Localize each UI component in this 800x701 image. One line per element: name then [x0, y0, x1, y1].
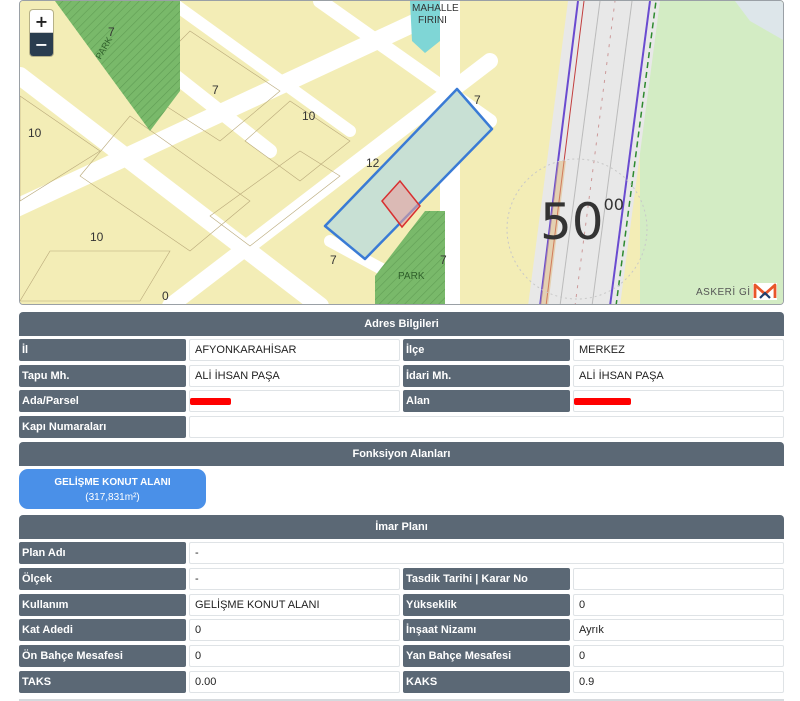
- zoning-value-plan-name: -: [189, 542, 784, 564]
- m-logo-icon: [753, 283, 777, 300]
- map-elevation: 7: [212, 83, 219, 97]
- map-label-firini: FIRINI: [418, 15, 447, 26]
- map-elevation: 12: [366, 156, 380, 170]
- address-label-il: İl: [19, 339, 186, 361]
- address-value-idari: ALİ İHSAN PAŞA: [573, 365, 784, 387]
- zoom-control: + −: [30, 10, 53, 56]
- address-label-door: Kapı Numaraları: [19, 416, 186, 438]
- map-view[interactable]: MAHALLE FIRINI PARK PARK ASKERİ Gİ 5000 …: [19, 0, 784, 305]
- zoning-label-scale: Ölçek: [19, 568, 186, 590]
- zoning-label-front-garden: Ön Bahçe Mesafesi: [19, 645, 186, 667]
- zoning-value-side-garden: 0: [573, 645, 784, 667]
- zoning-section-header: İmar Planı: [19, 515, 784, 539]
- map-elevation: 7: [330, 253, 337, 267]
- map-label-park-bottom: PARK: [398, 271, 425, 282]
- zoning-value-kaks: 0.9: [573, 671, 784, 693]
- zoning-value-floors: 0: [189, 619, 400, 641]
- function-section-header: Fonksiyon Alanları: [19, 442, 784, 466]
- map-elevation: 10: [28, 126, 42, 140]
- address-label-idari: İdari Mh.: [403, 365, 570, 387]
- zoning-value-usage: GELİŞME KONUT ALANI: [189, 594, 400, 616]
- map-elevation: 0: [162, 289, 169, 303]
- address-value-ilce: MERKEZ: [573, 339, 784, 361]
- address-label-ilce: İlçe: [403, 339, 570, 361]
- map-big-number: 5000: [540, 193, 624, 251]
- zoning-value-height: 0: [573, 594, 784, 616]
- zoning-label-kaks: KAKS: [403, 671, 570, 693]
- map-elevation: 7: [440, 253, 447, 267]
- zoom-in-button[interactable]: +: [30, 10, 53, 33]
- zoning-label-construction-order: İnşaat Nizamı: [403, 619, 570, 641]
- address-section-header: Adres Bilgileri: [19, 312, 784, 336]
- address-label-ada-parsel: Ada/Parsel: [19, 390, 186, 412]
- zoom-out-button[interactable]: −: [30, 33, 53, 56]
- map-elevation: 7: [108, 25, 115, 39]
- zoning-label-floors: Kat Adedi: [19, 619, 186, 641]
- redaction-mark: [574, 398, 631, 405]
- address-label-tapu: Tapu Mh.: [19, 365, 186, 387]
- zoning-label-height: Yükseklik: [403, 594, 570, 616]
- zoning-label-approval: Tasdik Tarihi | Karar No: [403, 568, 570, 590]
- map-elevation: 7: [474, 93, 481, 107]
- zoning-value-taks: 0.00: [189, 671, 400, 693]
- zoning-value-construction-order: Ayrık: [573, 619, 784, 641]
- function-area-size: (317,831m²): [85, 492, 140, 503]
- function-area-button[interactable]: GELİŞME KONUT ALANI (317,831m²): [19, 469, 206, 509]
- zoning-label-side-garden: Yan Bahçe Mesafesi: [403, 645, 570, 667]
- map-label-askeri: ASKERİ Gİ: [696, 287, 751, 298]
- map-label-mahalle: MAHALLE: [412, 3, 459, 14]
- zoning-value-approval: [573, 568, 784, 590]
- zoning-label-plan-name: Plan Adı: [19, 542, 186, 564]
- map-elevation: 10: [90, 230, 104, 244]
- zoning-value-front-garden: 0: [189, 645, 400, 667]
- address-label-alan: Alan: [403, 390, 570, 412]
- zoning-label-taks: TAKS: [19, 671, 186, 693]
- zoning-value-scale: -: [189, 568, 400, 590]
- address-value-il: AFYONKARAHİSAR: [189, 339, 400, 361]
- zoning-label-usage: Kullanım: [19, 594, 186, 616]
- redaction-mark: [190, 398, 231, 405]
- map-elevation: 10: [302, 109, 316, 123]
- address-value-door: [189, 416, 784, 438]
- function-area-name: GELİŞME KONUT ALANI: [54, 477, 171, 488]
- address-value-tapu: ALİ İHSAN PAŞA: [189, 365, 400, 387]
- map-canvas[interactable]: [20, 1, 784, 305]
